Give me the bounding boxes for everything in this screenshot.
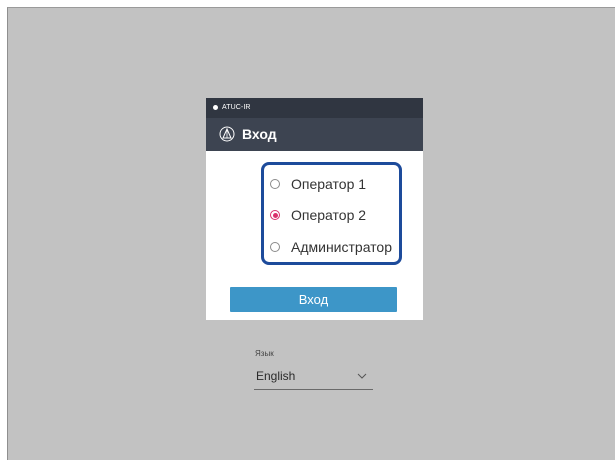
dialog-topbar: ATUC-IR [206,98,423,118]
triangle-logo-icon [219,126,235,142]
dialog-title: Вход [242,126,277,142]
dialog-header: Вход [206,118,423,151]
status-dot-icon [213,105,218,110]
role-option-administrator[interactable]: Администратор [264,237,405,259]
radio-operator-2[interactable] [270,210,280,220]
language-select[interactable]: English [254,367,373,390]
role-selection-group: Оператор 1 Оператор 2 Администратор [261,162,402,265]
radio-operator-1[interactable] [270,179,280,189]
login-dialog: ATUC-IR Вход Оператор 1 Оператор 2 Админ… [206,98,423,320]
app-screen: ATUC-IR Вход Оператор 1 Оператор 2 Админ… [7,7,615,460]
login-button[interactable]: Вход [230,287,397,312]
role-label: Оператор 2 [291,207,367,223]
language-value: English [256,369,296,383]
role-label: Администратор [291,239,393,255]
role-option-operator-2[interactable]: Оператор 2 [264,205,405,227]
role-option-operator-1[interactable]: Оператор 1 [264,174,405,196]
role-label: Оператор 1 [291,176,367,192]
radio-administrator[interactable] [270,242,280,252]
device-name: ATUC-IR [222,104,251,111]
language-label: Язык [255,349,274,358]
chevron-down-icon [357,373,367,379]
